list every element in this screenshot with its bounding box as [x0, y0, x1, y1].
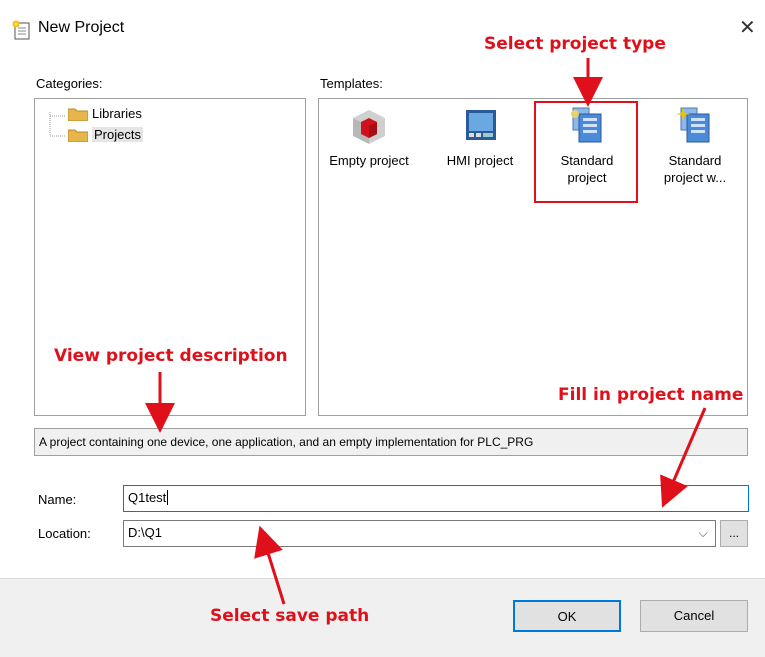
arrow-fill-name: [660, 407, 707, 508]
arrow-select-path: [254, 525, 286, 605]
annotation-arrows: [145, 58, 707, 605]
